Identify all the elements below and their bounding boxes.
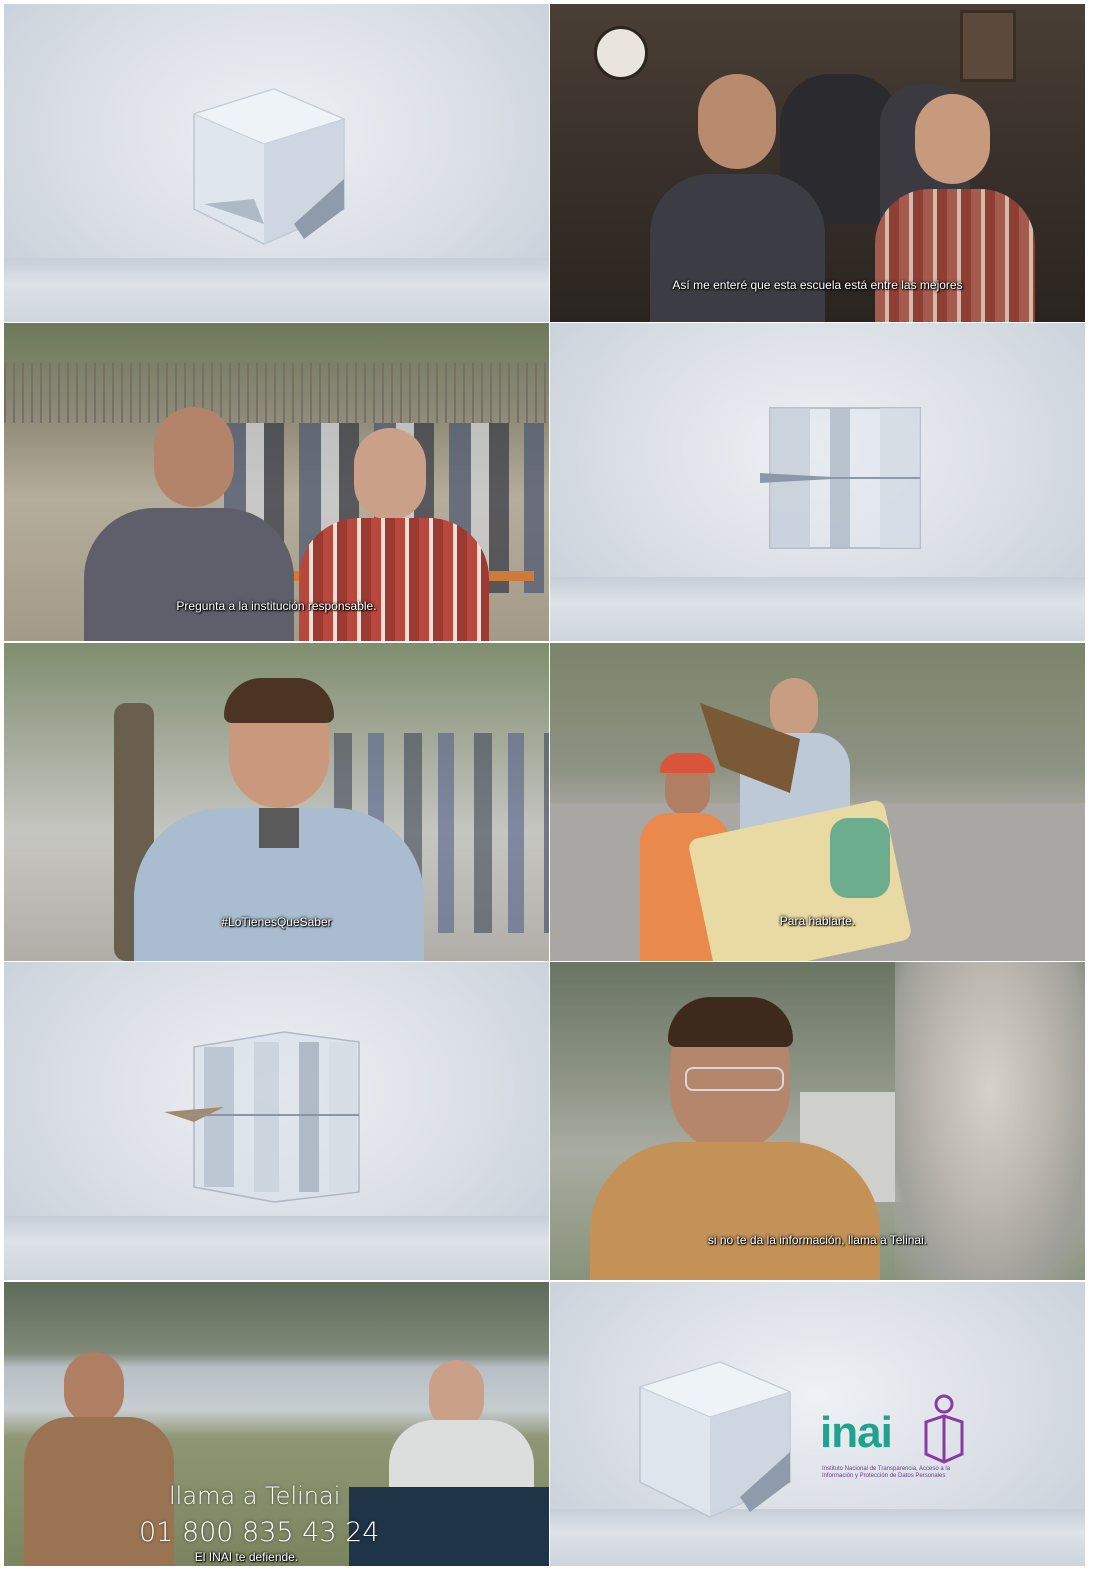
frame-5: #LoTienesQueSaber: [4, 643, 549, 961]
subtitle: Así me enteré que esta escuela está entr…: [672, 278, 963, 292]
inai-logo-word: inai: [820, 1408, 893, 1457]
studio-floor: [4, 1216, 549, 1280]
frame-6: Para hablarte.: [550, 643, 1085, 961]
green-backpack: [830, 818, 890, 898]
frame-3: Pregunta a la institución responsable.: [4, 323, 549, 641]
subtitle: #LoTienesQueSaber: [221, 915, 332, 929]
studio-floor: [550, 577, 1085, 641]
glass-cube-opening-icon: [164, 1031, 360, 1203]
frame-9: llama a Telinai 01 800 835 43 24 El INAI…: [4, 1282, 549, 1566]
logo-tagline-2: Información y Protección de Datos Person…: [822, 1473, 946, 1479]
frame-2: Así me enteré que esta escuela está entr…: [550, 4, 1085, 322]
frame-4: [550, 323, 1085, 641]
logo-tagline-1: Instituto Nacional de Transparencia, Acc…: [822, 1466, 951, 1472]
call-text: llama a Telinai: [169, 1482, 341, 1510]
storyboard-grid: Así me enteré que esta escuela está entr…: [0, 0, 1099, 1587]
phone-number: 01 800 835 43 24: [139, 1517, 380, 1548]
subtitle: Para hablarte.: [779, 914, 856, 928]
subtitle: Pregunta a la institución responsable.: [176, 599, 377, 613]
frame-10: inai Instituto Nacional de Transparencia…: [550, 1282, 1085, 1566]
glass-cube-frame-icon: [760, 407, 921, 549]
frame-1: [4, 4, 549, 322]
glass-cube-icon: [192, 88, 346, 245]
wall-picture: [960, 10, 1016, 82]
glass-cube-icon: [638, 1361, 792, 1518]
subtitle: El INAI te defiende.: [194, 1550, 299, 1564]
studio-floor: [4, 258, 549, 322]
inai-person-mark-icon: [924, 1394, 964, 1464]
frame-8: si no te da la información, llama a Teli…: [550, 962, 1085, 1280]
frame-7: [4, 962, 549, 1280]
wall-clock-icon: [594, 26, 648, 80]
subtitle: si no te da la información, llama a Teli…: [707, 1233, 928, 1247]
